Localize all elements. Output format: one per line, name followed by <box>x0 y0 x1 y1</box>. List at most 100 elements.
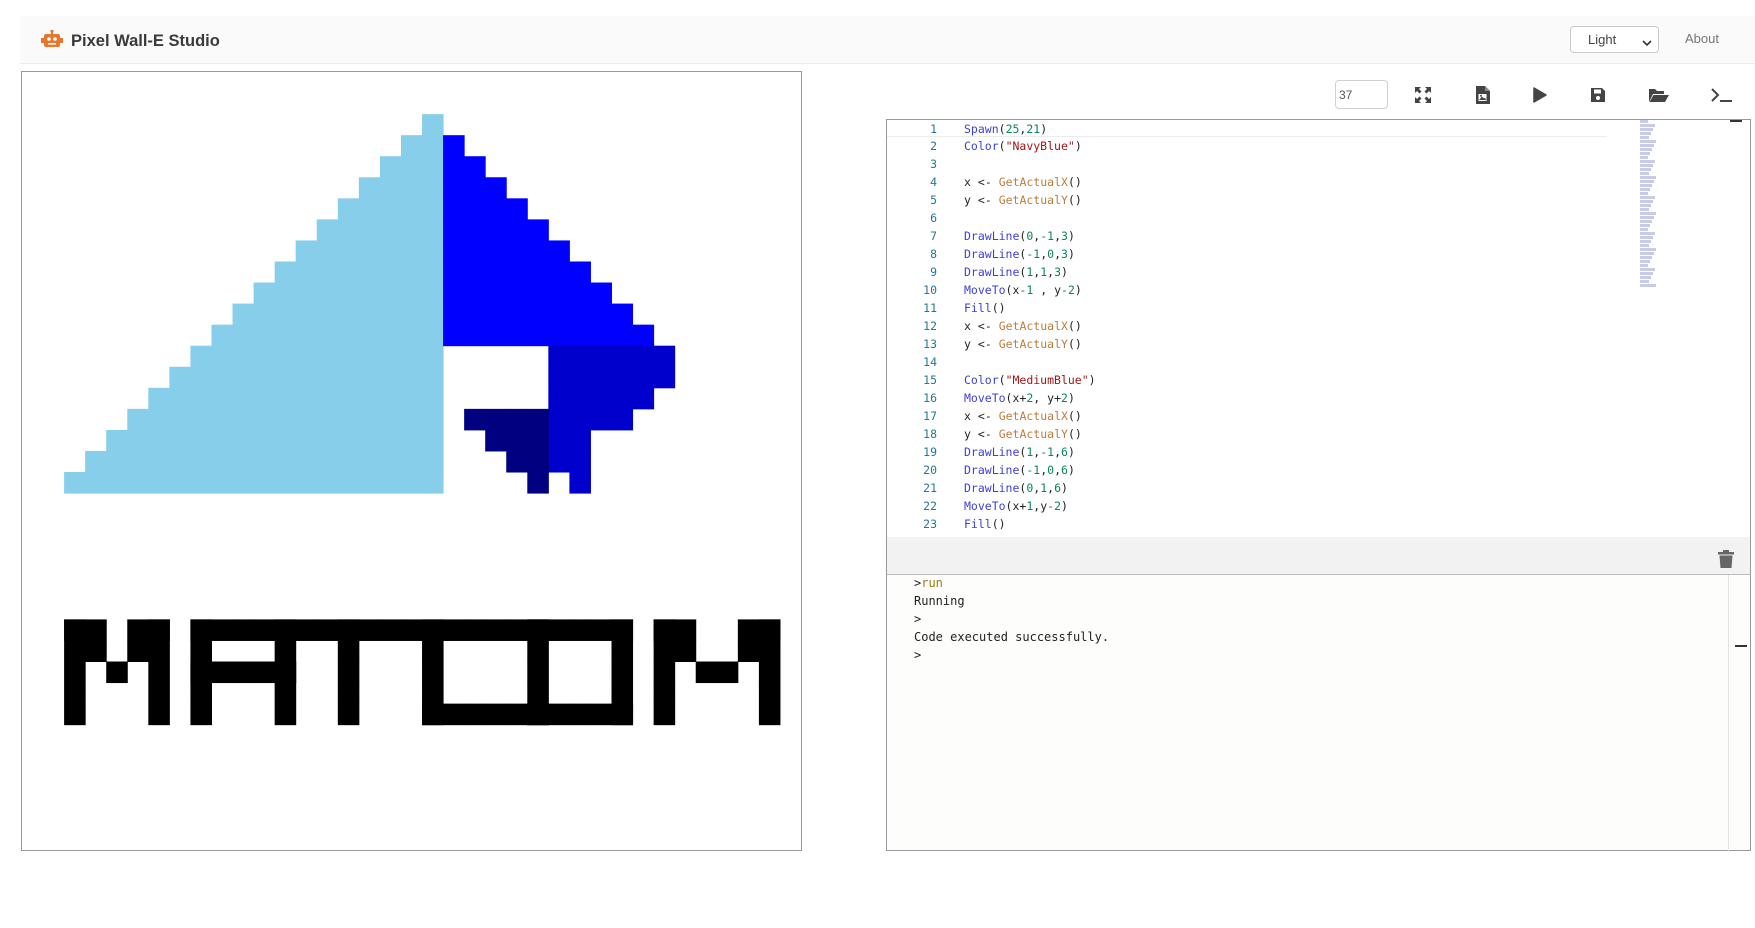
code-line[interactable]: 12 x <- GetActualX() <box>887 317 1607 335</box>
code-line[interactable]: 5 y <- GetActualY() <box>887 191 1607 209</box>
pixel <box>548 366 570 389</box>
pixel <box>190 703 212 726</box>
code-line[interactable]: 18 y <- GetActualY() <box>887 425 1607 443</box>
pixel <box>548 703 570 726</box>
pixel <box>253 450 276 473</box>
pixel <box>232 303 255 326</box>
code-editor[interactable]: 1 Spawn(25,21) 2 Color("NavyBlue") 3 4 x <- Ge… <box>886 119 1751 537</box>
pixel <box>422 366 444 389</box>
pixel <box>274 682 297 705</box>
code-line[interactable]: 15 Color("MediumBlue") <box>887 371 1607 389</box>
console-output[interactable]: >run Running > Code executed successfully. > <box>886 575 1751 851</box>
pixel <box>274 450 297 473</box>
pixel <box>569 619 591 641</box>
code-line[interactable]: 21 DrawLine(0,1,6) <box>887 479 1607 497</box>
pixel <box>358 387 381 410</box>
code-line[interactable]: 7 DrawLine(0,-1,3) <box>887 227 1607 245</box>
minimap-line <box>1640 124 1655 127</box>
pixel <box>253 408 276 431</box>
pixel <box>274 408 297 431</box>
code-line[interactable]: 11 Fill() <box>887 299 1607 317</box>
theme-select[interactable]: Light <box>1570 26 1659 53</box>
pixel <box>295 345 318 368</box>
pixel <box>358 345 381 368</box>
code-line[interactable]: 23 Fill() <box>887 515 1607 533</box>
pixel <box>548 345 570 368</box>
pixel <box>485 408 507 431</box>
pixel <box>127 472 149 494</box>
editor-minimap[interactable] <box>1640 120 1656 306</box>
pixel <box>358 177 381 199</box>
code-line[interactable]: 14 <box>887 353 1607 371</box>
canvas-size-input[interactable]: 37 <box>1335 80 1388 109</box>
code-line[interactable]: 1 Spawn(25,21) <box>887 120 1607 137</box>
pixel <box>64 661 86 684</box>
brand[interactable]: Pixel Wall-E Studio <box>41 29 220 53</box>
code-line[interactable]: 17 x <- GetActualX() <box>887 407 1607 425</box>
pixel <box>232 619 255 641</box>
console-text: Running <box>914 594 965 608</box>
pixel <box>632 324 655 347</box>
code-line[interactable]: 2 Color("NavyBlue") <box>887 137 1607 155</box>
export-file-icon[interactable] <box>1471 84 1493 106</box>
code-line[interactable]: 16 MoveTo(x+2, y+2) <box>887 389 1607 407</box>
pixel <box>316 366 339 389</box>
pixel <box>316 240 339 262</box>
pixel <box>337 324 360 347</box>
pixel <box>274 387 297 410</box>
pixel <box>400 240 423 262</box>
code-line[interactable]: 9 DrawLine(1,1,3) <box>887 263 1607 281</box>
code-line[interactable]: 4 x <- GetActualX() <box>887 173 1607 191</box>
pixel <box>211 345 234 368</box>
line-number: 5 <box>930 193 937 207</box>
run-icon[interactable] <box>1529 84 1551 106</box>
code-line[interactable]: 8 DrawLine(-1,0,3) <box>887 245 1607 263</box>
about-link[interactable]: About <box>1685 31 1719 46</box>
code-line[interactable]: 10 MoveTo(x-1 , y-2) <box>887 281 1607 299</box>
trash-icon[interactable] <box>1718 550 1734 568</box>
code-line[interactable]: 20 DrawLine(-1,0,6) <box>887 461 1607 479</box>
console-scrollbar[interactable] <box>1728 575 1750 851</box>
pixel <box>422 114 444 136</box>
pixel <box>611 345 634 368</box>
pixel <box>485 177 507 199</box>
pixel <box>590 303 613 326</box>
console-line: > <box>914 610 921 628</box>
pixel <box>337 240 360 262</box>
editor-scrollbar[interactable] <box>1730 120 1742 122</box>
line-number: 19 <box>923 445 937 459</box>
code-line[interactable]: 6 <box>887 209 1607 227</box>
code-line[interactable]: 19 DrawLine(1,-1,6) <box>887 443 1607 461</box>
open-folder-icon[interactable] <box>1648 84 1670 106</box>
pixel <box>527 219 549 241</box>
pixel-canvas[interactable] <box>22 72 801 850</box>
terminal-icon[interactable] <box>1711 84 1733 106</box>
pixel <box>548 261 570 284</box>
pixel <box>211 661 234 684</box>
pixel <box>85 450 107 473</box>
minimap-line <box>1640 160 1655 163</box>
pixel <box>400 219 423 241</box>
pixel <box>337 472 360 494</box>
pixel <box>148 682 170 705</box>
save-icon[interactable] <box>1587 84 1609 106</box>
pixel <box>400 619 423 641</box>
pixel <box>527 703 549 726</box>
code-text: DrawLine(-1,0,3) <box>964 247 1075 261</box>
pixel <box>400 324 423 347</box>
code-line[interactable]: 22 MoveTo(x+1,y-2) <box>887 497 1607 515</box>
code-text: x <- GetActualX() <box>964 409 1082 423</box>
minimap-line <box>1640 244 1649 247</box>
pixel <box>295 261 318 284</box>
pixel <box>316 450 339 473</box>
minimap-line <box>1640 164 1653 167</box>
pixel <box>211 366 234 389</box>
pixel <box>316 472 339 494</box>
pixel <box>422 219 444 241</box>
code-text: x <- GetActualX() <box>964 319 1082 333</box>
line-number: 12 <box>923 319 937 333</box>
code-line[interactable]: 3 <box>887 155 1607 173</box>
expand-icon[interactable] <box>1412 84 1434 106</box>
code-line[interactable]: 13 y <- GetActualY() <box>887 335 1607 353</box>
minimap-line <box>1640 192 1648 195</box>
